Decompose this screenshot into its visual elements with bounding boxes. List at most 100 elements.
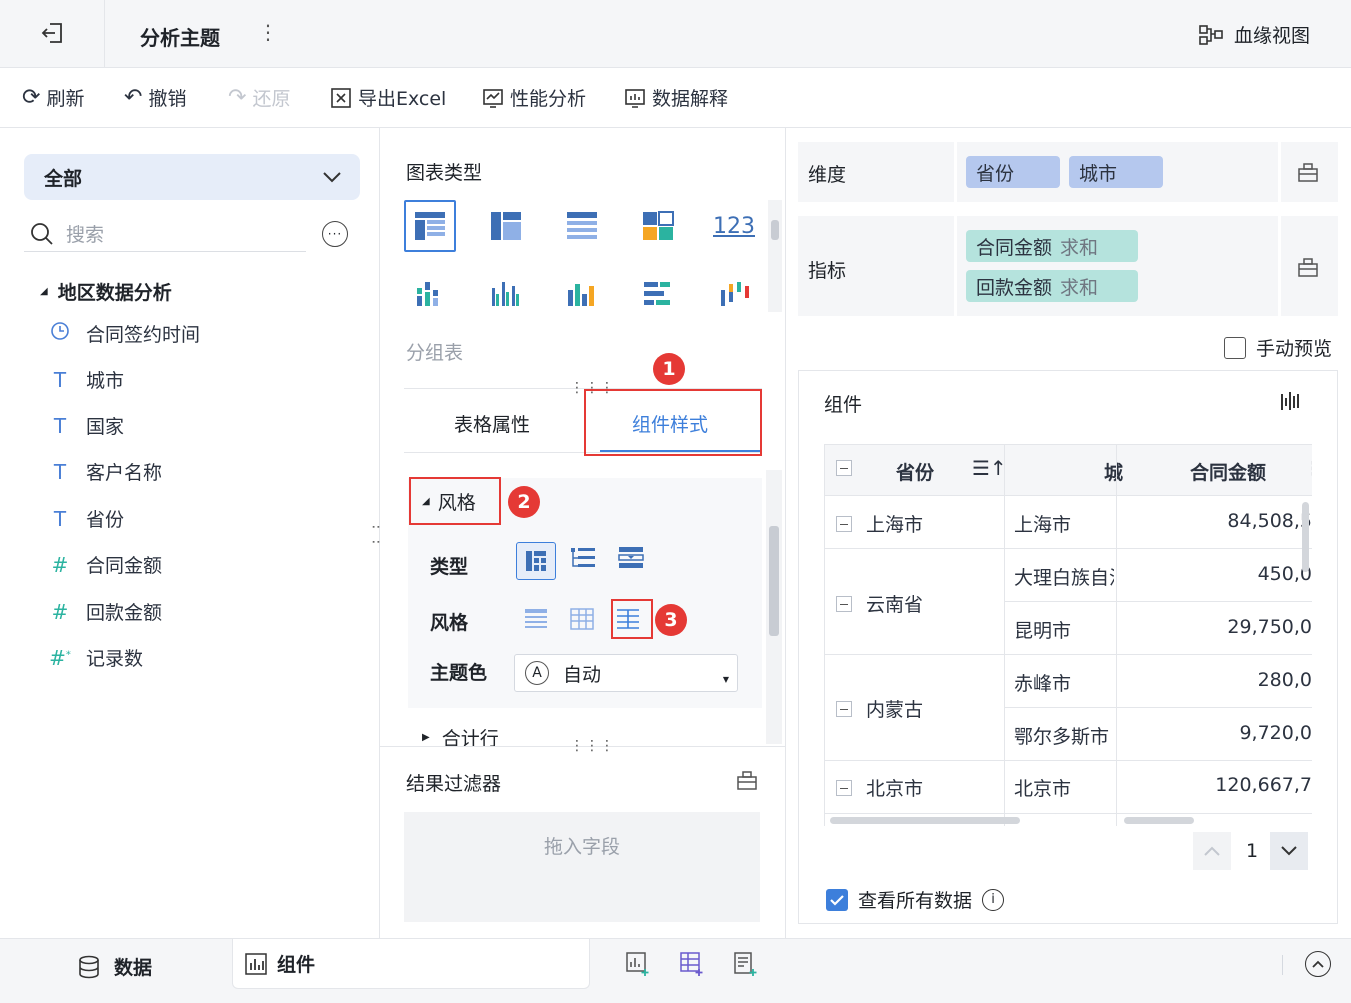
tab-data[interactable]: 数据 bbox=[78, 953, 152, 980]
top-bar: 分析主题 ⋮ 血缘视图 bbox=[0, 0, 1351, 68]
field-item[interactable]: 合同签约时间 bbox=[48, 320, 200, 347]
config-panel: 图表类型 123 分组表 ⋮⋮⋮ 表格属性 组件样式 ◢ 风格 类型 风格 主题… bbox=[380, 128, 786, 938]
splitter-handle[interactable]: ⋮⋮⋮ bbox=[570, 738, 615, 754]
table-horizontal-scrollbar[interactable] bbox=[830, 817, 1020, 824]
info-icon[interactable]: i bbox=[982, 888, 1005, 911]
dropdown-value: 全部 bbox=[44, 167, 83, 190]
field-item[interactable]: # 回款金额 bbox=[48, 598, 162, 625]
field-label: 回款金额 bbox=[86, 602, 163, 624]
dimension-row bbox=[798, 142, 1338, 202]
data-explain-icon bbox=[625, 88, 645, 108]
expand-triangle-icon: ▶ bbox=[422, 732, 430, 743]
lineage-icon bbox=[1199, 24, 1223, 45]
stacked-bar-chart-icon[interactable] bbox=[710, 270, 758, 318]
excel-icon bbox=[331, 87, 351, 108]
export-excel-button[interactable]: 导出Excel bbox=[330, 84, 446, 111]
bar-chart-icon[interactable] bbox=[558, 270, 606, 318]
dimension-settings-icon[interactable] bbox=[1297, 161, 1319, 188]
filter-drop-zone[interactable]: 拖入字段 bbox=[404, 812, 760, 922]
refresh-label: 刷新 bbox=[46, 88, 85, 110]
group-table-chart-icon[interactable] bbox=[404, 200, 456, 252]
tab-component[interactable]: 组件 bbox=[232, 939, 590, 989]
field-group[interactable]: ◢ 地区数据分析 bbox=[40, 278, 172, 305]
table-vertical-scrollbar[interactable] bbox=[1302, 502, 1309, 572]
table-cell-city: 赤峰市 bbox=[1014, 673, 1072, 695]
mid-scrollbar[interactable] bbox=[766, 470, 782, 744]
grouped-bar-chart-icon[interactable] bbox=[406, 270, 454, 318]
table-row-province[interactable]: 云南省 bbox=[836, 590, 923, 617]
lineage-view-button[interactable]: 血缘视图 bbox=[1198, 21, 1310, 48]
refresh-button[interactable]: ⟳ 刷新 bbox=[22, 84, 84, 111]
add-table-icon[interactable] bbox=[679, 951, 705, 982]
field-item[interactable]: T 省份 bbox=[48, 505, 124, 532]
table-horizontal-scrollbar[interactable] bbox=[1124, 817, 1194, 824]
page-up-button[interactable] bbox=[1193, 832, 1231, 870]
manual-preview-checkbox[interactable]: 手动预览 bbox=[1224, 334, 1332, 361]
field-item[interactable]: T 城市 bbox=[48, 366, 124, 393]
collapse-panel-icon[interactable] bbox=[1305, 951, 1331, 977]
performance-analysis-button[interactable]: 性能分析 bbox=[482, 84, 586, 111]
table-row-province[interactable]: 北京市 bbox=[836, 774, 923, 801]
number-card-chart-icon[interactable]: 123 bbox=[710, 202, 758, 250]
type-option-expand[interactable] bbox=[618, 546, 644, 575]
view-all-data-checkbox[interactable]: 查看所有数据 i bbox=[826, 886, 1005, 913]
drop-hint: 拖入字段 bbox=[543, 836, 620, 858]
data-explain-button[interactable]: 数据解释 bbox=[624, 84, 728, 111]
add-text-icon[interactable] bbox=[733, 951, 759, 982]
dimension-pill[interactable]: 省份 bbox=[966, 156, 1060, 188]
style-option-2[interactable] bbox=[570, 608, 594, 635]
table-row-province[interactable]: 上海市 bbox=[836, 510, 923, 537]
annotation-box-1 bbox=[584, 389, 762, 456]
kpi-card-chart-icon[interactable] bbox=[634, 202, 682, 250]
field-item[interactable]: T 国家 bbox=[48, 412, 124, 439]
chart-type-scrollbar[interactable] bbox=[768, 200, 782, 312]
field-search[interactable]: 搜索 bbox=[24, 216, 306, 252]
metric-pill[interactable]: 合同金额 求和 bbox=[966, 230, 1138, 262]
type-option-compact[interactable] bbox=[516, 542, 556, 580]
metric-name: 回款金额 bbox=[976, 276, 1053, 299]
collapse-triangle-icon: ◢ bbox=[40, 286, 48, 297]
table-row-province[interactable]: 内蒙古 bbox=[836, 695, 923, 722]
field-item[interactable]: T 客户名称 bbox=[48, 458, 162, 485]
number-field-icon: # bbox=[51, 552, 69, 577]
style-option-1[interactable] bbox=[524, 608, 548, 635]
header-collapse[interactable] bbox=[836, 460, 866, 476]
multi-bar-chart-icon[interactable] bbox=[482, 270, 530, 318]
table-cell-amount: 450,0 bbox=[1257, 563, 1312, 585]
filter-settings-icon[interactable] bbox=[736, 769, 758, 796]
type-option-tree[interactable] bbox=[570, 546, 596, 575]
auto-icon: A bbox=[525, 661, 549, 685]
redo-label: 还原 bbox=[252, 88, 291, 110]
field-item[interactable]: #* 记录数 bbox=[48, 644, 143, 671]
chart-switch-icon[interactable] bbox=[1280, 390, 1302, 417]
tab-table-properties[interactable]: 表格属性 bbox=[454, 410, 530, 437]
field-item[interactable]: # 合同金额 bbox=[48, 551, 162, 578]
page-down-button[interactable] bbox=[1270, 832, 1308, 870]
dimension-pill[interactable]: 城市 bbox=[1069, 156, 1163, 188]
add-component-icon[interactable] bbox=[625, 951, 651, 982]
header-city: 城 bbox=[1104, 462, 1124, 484]
metric-pill[interactable]: 回款金额 求和 bbox=[966, 270, 1138, 302]
search-input[interactable]: 搜索 bbox=[66, 220, 104, 247]
more-vertical-icon[interactable]: ⋮ bbox=[258, 20, 278, 44]
metric-settings-icon[interactable] bbox=[1297, 256, 1319, 283]
field-group-label: 地区数据分析 bbox=[57, 282, 172, 304]
view-all-label: 查看所有数据 bbox=[858, 890, 973, 912]
sort-icon[interactable]: ☰↑ bbox=[972, 456, 1007, 480]
annotation-box-3 bbox=[611, 599, 653, 639]
cross-table-chart-icon[interactable] bbox=[482, 202, 530, 250]
detail-table-chart-icon[interactable] bbox=[558, 202, 606, 250]
undo-button[interactable]: ↶ 撤销 bbox=[124, 84, 186, 111]
metric-name: 合同金额 bbox=[976, 236, 1053, 259]
horizontal-bar-chart-icon[interactable] bbox=[634, 270, 682, 318]
text-field-icon: T bbox=[53, 506, 67, 531]
page-title: 分析主题 bbox=[140, 26, 220, 50]
refresh-icon: ⟳ bbox=[22, 85, 41, 110]
dataset-dropdown[interactable]: 全部 bbox=[24, 154, 360, 200]
manual-preview-label: 手动预览 bbox=[1256, 338, 1333, 360]
exit-icon[interactable] bbox=[40, 20, 68, 48]
metric-agg: 求和 bbox=[1060, 236, 1099, 259]
more-options-icon[interactable]: ··· bbox=[322, 221, 348, 247]
redo-button[interactable]: ↷ 还原 bbox=[228, 84, 290, 111]
theme-color-select[interactable]: A 自动 ▼ bbox=[514, 654, 738, 692]
